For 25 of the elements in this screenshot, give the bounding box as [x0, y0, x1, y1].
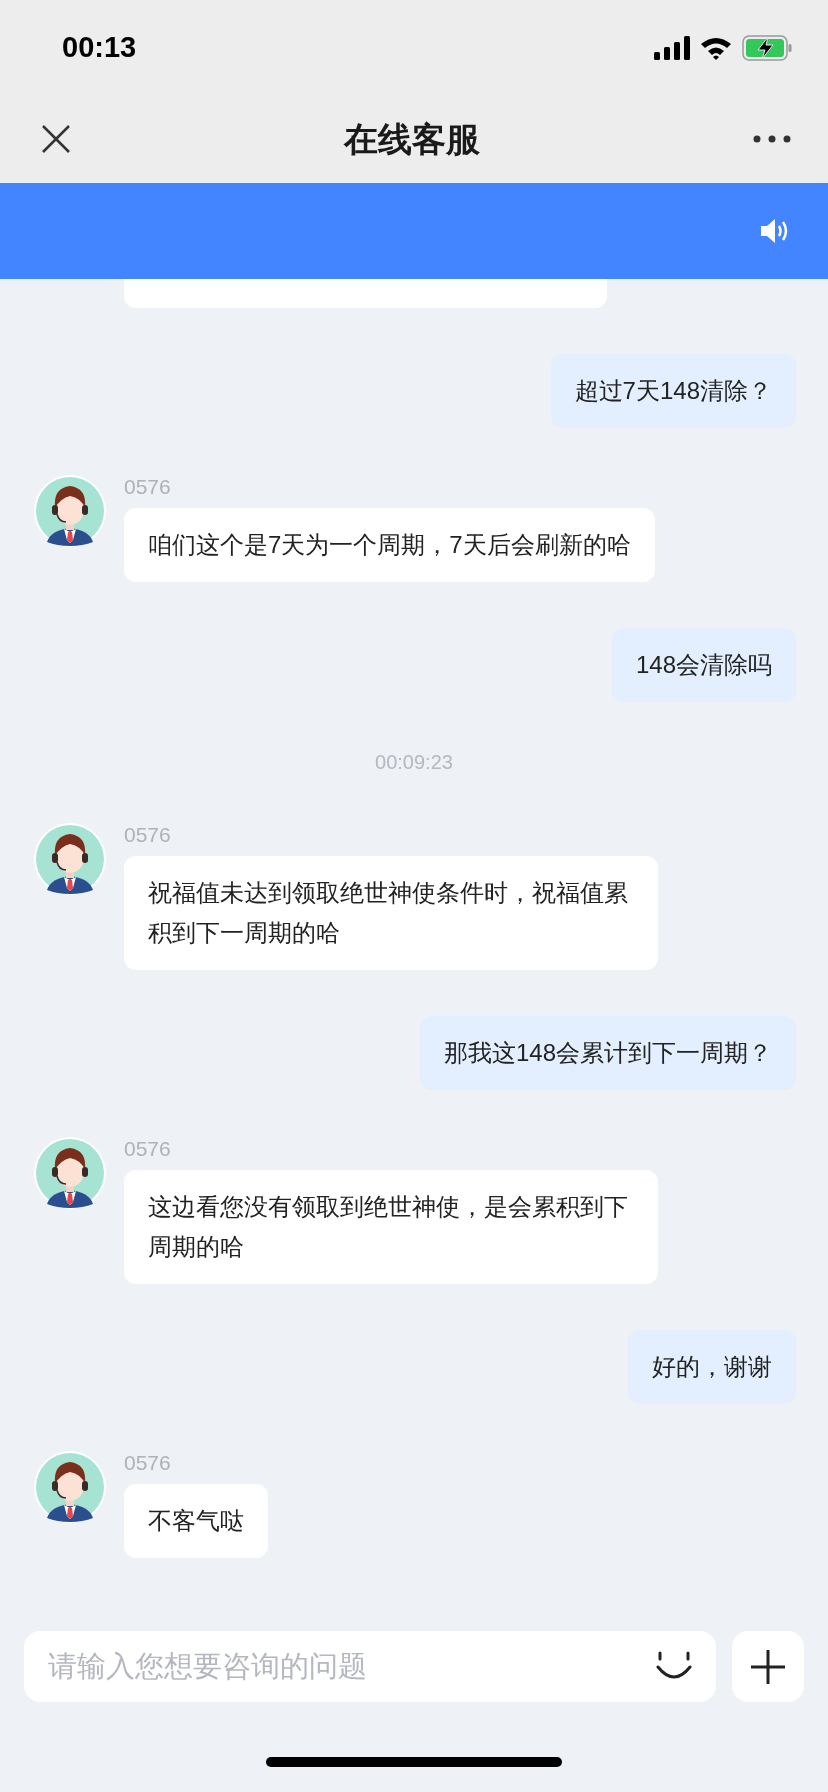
add-button[interactable] — [732, 1631, 804, 1702]
input-field[interactable]: 请输入您想要咨询的问题 — [48, 1644, 656, 1689]
message-bubble: 148会清除吗 — [611, 628, 796, 702]
message-bubble: 好的，谢谢 — [628, 1330, 796, 1404]
signal-icon — [654, 35, 690, 60]
message-input[interactable]: 请输入您想要咨询的问题 — [24, 1631, 716, 1702]
agent-name: 0576 — [124, 1450, 172, 1476]
message-bubble: 不客气哒 — [124, 1484, 268, 1558]
agent-name: 0576 — [124, 822, 172, 848]
message-bubble: 那我这148会累计到下一周期？ — [419, 1016, 796, 1090]
close-button[interactable] — [40, 123, 72, 155]
plus-icon — [750, 1648, 786, 1685]
wifi-icon — [700, 35, 732, 60]
battery-charging-icon — [742, 34, 792, 61]
close-icon — [40, 123, 72, 155]
status-time: 00:13 — [62, 29, 137, 65]
message-bubble: 超过7天148清除？ — [550, 354, 796, 428]
timestamp: 00:09:23 — [375, 750, 453, 775]
message-bubble: 咱们这个是7天为一个周期，7天后会刷新的哈 — [124, 508, 655, 582]
message-bubble: 祝福值未达到领取绝世神使条件时，祝福值累积到下一周期的哈 — [124, 856, 658, 970]
agent-name: 0576 — [124, 1136, 172, 1162]
message-bubble: 这边看您没有领取到绝世神使，是会累积到下周期的哈 — [124, 1170, 658, 1284]
page-title: 在线客服 — [344, 118, 480, 160]
agent-name: 0576 — [124, 474, 172, 500]
more-icon — [753, 135, 791, 143]
